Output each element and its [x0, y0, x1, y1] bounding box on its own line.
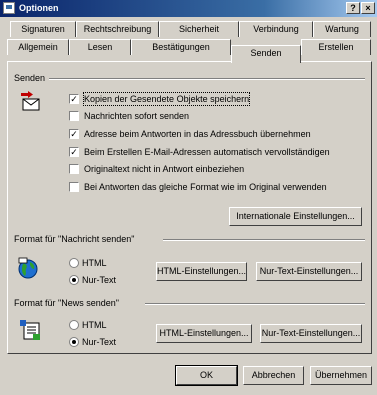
ok-button[interactable]: OK [175, 365, 238, 386]
close-button[interactable]: × [361, 2, 375, 14]
international-settings-button[interactable]: Internationale Einstellungen... [229, 207, 362, 226]
tab-strip: Signaturen Rechtschreibung Sicherheit Ve… [7, 21, 373, 63]
divider [145, 303, 365, 305]
checkbox-save-copies[interactable]: ✓ [69, 94, 79, 104]
checkbox-label: Kopien der Gesendete Objekte speichern [82, 92, 251, 106]
checkbox-exclude-original[interactable] [69, 164, 79, 174]
radio-label-mail-html: HTML [82, 258, 107, 268]
checkbox-same-format[interactable] [69, 182, 79, 192]
checkbox-row-save-copies[interactable]: ✓ Kopien der Gesendete Objekte speichern [69, 92, 359, 107]
send-mail-icon [21, 91, 40, 111]
tab-allgemein[interactable]: Allgemein [7, 39, 69, 55]
checkbox-row-send-immediately[interactable]: Nachrichten sofort senden [69, 111, 359, 124]
title-bar[interactable]: Optionen ? × [0, 0, 377, 17]
window-title: Optionen [19, 3, 59, 13]
news-html-settings-button[interactable]: HTML-Einstellungen... [156, 324, 252, 343]
tab-bestaetigungen[interactable]: Bestätigungen [131, 39, 231, 55]
cancel-button[interactable]: Abbrechen [243, 366, 304, 385]
checkbox-label: Beim Erstellen E-Mail-Adressen automatis… [84, 147, 330, 157]
radio-label-mail-text: Nur-Text [82, 275, 117, 285]
mail-text-settings-button[interactable]: Nur-Text-Einstellungen... [256, 262, 362, 281]
divider [47, 78, 365, 80]
radio-mail-text[interactable] [69, 275, 79, 285]
radio-news-text[interactable] [69, 337, 79, 347]
newsgroup-icon [20, 320, 40, 340]
checkbox-add-to-addressbook[interactable]: ✓ [69, 129, 79, 139]
section-title-format-news: Format für "News senden" [14, 298, 123, 308]
tab-signaturen[interactable]: Signaturen [10, 21, 76, 37]
checkbox-label: Originaltext nicht in Antwort einbeziehe… [84, 164, 245, 174]
checkbox-row-exclude-original[interactable]: Originaltext nicht in Antwort einbeziehe… [69, 164, 359, 177]
radio-mail-html[interactable] [69, 258, 79, 268]
tab-rechtschreibung[interactable]: Rechtschreibung [76, 21, 159, 37]
tab-erstellen[interactable]: Erstellen [301, 39, 371, 55]
radio-label-news-html: HTML [82, 320, 107, 330]
tab-wartung[interactable]: Wartung [313, 21, 371, 37]
news-text-settings-button[interactable]: Nur-Text-Einstellungen... [260, 324, 362, 343]
app-icon [3, 2, 15, 14]
checkbox-row-same-format[interactable]: Bei Antworten das gleiche Format wie im … [69, 182, 359, 195]
checkbox-label: Adresse beim Antworten in das Adressbuch… [84, 129, 311, 139]
tab-verbindung[interactable]: Verbindung [239, 21, 313, 37]
divider [163, 239, 365, 241]
help-button[interactable]: ? [346, 2, 360, 14]
checkbox-send-immediately[interactable] [69, 111, 79, 121]
checkbox-row-autocomplete[interactable]: ✓ Beim Erstellen E-Mail-Adressen automat… [69, 147, 359, 160]
radio-news-html[interactable] [69, 320, 79, 330]
tab-lesen[interactable]: Lesen [69, 39, 131, 55]
tab-senden[interactable]: Senden [231, 45, 301, 63]
globe-icon [18, 257, 38, 279]
section-title-format-mail: Format für "Nachricht senden" [14, 234, 139, 244]
mail-html-settings-button[interactable]: HTML-Einstellungen... [156, 262, 247, 281]
checkbox-row-add-to-addressbook[interactable]: ✓ Adresse beim Antworten in das Adressbu… [69, 129, 359, 142]
radio-label-news-text: Nur-Text [82, 337, 117, 347]
checkbox-autocomplete[interactable]: ✓ [69, 147, 79, 157]
checkbox-label: Nachrichten sofort senden [84, 111, 190, 121]
apply-button[interactable]: Übernehmen [310, 366, 372, 385]
checkbox-label: Bei Antworten das gleiche Format wie im … [84, 182, 327, 192]
section-title-senden: Senden [14, 73, 50, 83]
tab-sicherheit[interactable]: Sicherheit [159, 21, 239, 37]
